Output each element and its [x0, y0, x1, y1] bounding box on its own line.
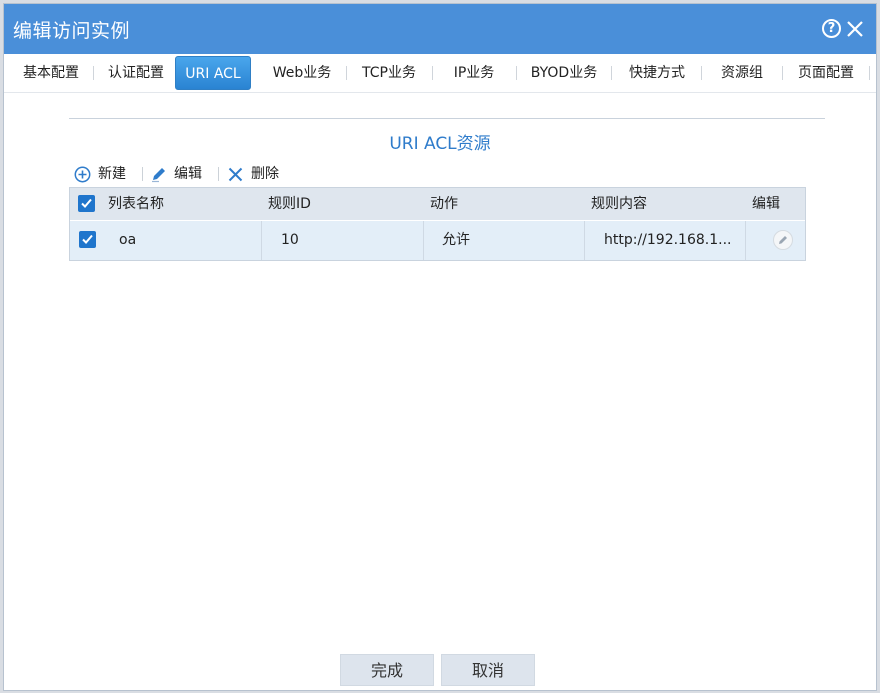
row-rule-id: 10 — [261, 221, 423, 260]
edit-button-label: 编辑 — [174, 166, 202, 182]
tab-resource-group[interactable]: 资源组 — [704, 54, 780, 92]
tab-separator — [346, 66, 347, 80]
column-header-action: 动作 — [430, 196, 458, 212]
pencil-icon — [779, 236, 787, 244]
column-header-content: 规则内容 — [591, 196, 647, 212]
table-row[interactable]: oa 10 允许 http://192.168.1... — [70, 221, 805, 260]
row-edit-pencil-icon[interactable] — [773, 230, 793, 250]
tab-separator — [432, 66, 433, 80]
delete-button[interactable]: 删除 — [227, 163, 287, 185]
section-divider — [69, 118, 825, 119]
column-header-name: 列表名称 — [108, 196, 164, 212]
column-header-rule-id: 规则ID — [268, 196, 311, 212]
row-checkbox[interactable] — [79, 231, 96, 248]
tab-ip-service[interactable]: IP业务 — [434, 54, 514, 92]
new-button-label: 新建 — [98, 166, 126, 182]
row-action: 允许 — [423, 221, 584, 260]
dialog-titlebar: 编辑访问实例 ? — [4, 4, 876, 54]
tab-separator — [516, 66, 517, 80]
tab-basic-config[interactable]: 基本配置 — [12, 54, 90, 92]
tab-auth-config[interactable]: 认证配置 — [96, 54, 176, 92]
table-header: 列表名称 规则ID 动作 规则内容 编辑 — [70, 188, 805, 220]
uri-acl-table: 列表名称 规则ID 动作 规则内容 编辑 oa 10 允许 http://192… — [69, 187, 806, 261]
row-edit-cell — [745, 221, 805, 260]
select-all-checkbox[interactable] — [78, 195, 95, 212]
help-icon[interactable]: ? — [822, 19, 841, 38]
new-button[interactable]: 新建 — [74, 163, 132, 185]
toolbar-separator — [142, 167, 143, 181]
tab-separator — [611, 66, 612, 80]
tab-uri-acl[interactable]: URI ACL — [175, 56, 251, 90]
tab-tcp-service[interactable]: TCP业务 — [348, 54, 430, 92]
tab-shortcut[interactable]: 快捷方式 — [614, 54, 700, 92]
delete-x-icon — [228, 167, 243, 182]
tab-separator — [782, 66, 783, 80]
cancel-button[interactable]: 取消 — [441, 654, 535, 686]
row-content: http://192.168.1... — [584, 221, 745, 260]
tab-byod-service[interactable]: BYOD业务 — [518, 54, 610, 92]
header-select-all — [70, 188, 102, 220]
done-button[interactable]: 完成 — [340, 654, 434, 686]
plus-circle-icon — [74, 166, 91, 183]
tab-separator — [869, 66, 870, 80]
check-icon — [82, 234, 93, 244]
delete-button-label: 删除 — [251, 166, 279, 182]
column-header-edit: 编辑 — [752, 196, 780, 212]
edit-access-instance-dialog: 编辑访问实例 ? 基本配置 认证配置 URI ACL Web业务 TCP业务 I… — [3, 3, 877, 691]
tab-page-config[interactable]: 页面配置 — [785, 54, 867, 92]
row-name: oa — [119, 232, 137, 248]
check-icon — [81, 198, 92, 208]
tab-web-service[interactable]: Web业务 — [260, 54, 344, 92]
toolbar-separator — [218, 167, 219, 181]
close-icon[interactable] — [846, 20, 864, 38]
section-title: URI ACL资源 — [389, 134, 491, 154]
edit-button[interactable]: 编辑 — [150, 163, 210, 185]
dialog-footer: 完成 取消 — [4, 654, 876, 686]
tab-bar: 基本配置 认证配置 URI ACL Web业务 TCP业务 IP业务 BYOD业… — [4, 54, 876, 93]
dialog-title: 编辑访问实例 — [13, 20, 131, 42]
tab-separator — [93, 66, 94, 80]
pencil-icon — [152, 168, 165, 183]
row-name-cell: oa — [70, 221, 261, 260]
tab-separator — [701, 66, 702, 80]
